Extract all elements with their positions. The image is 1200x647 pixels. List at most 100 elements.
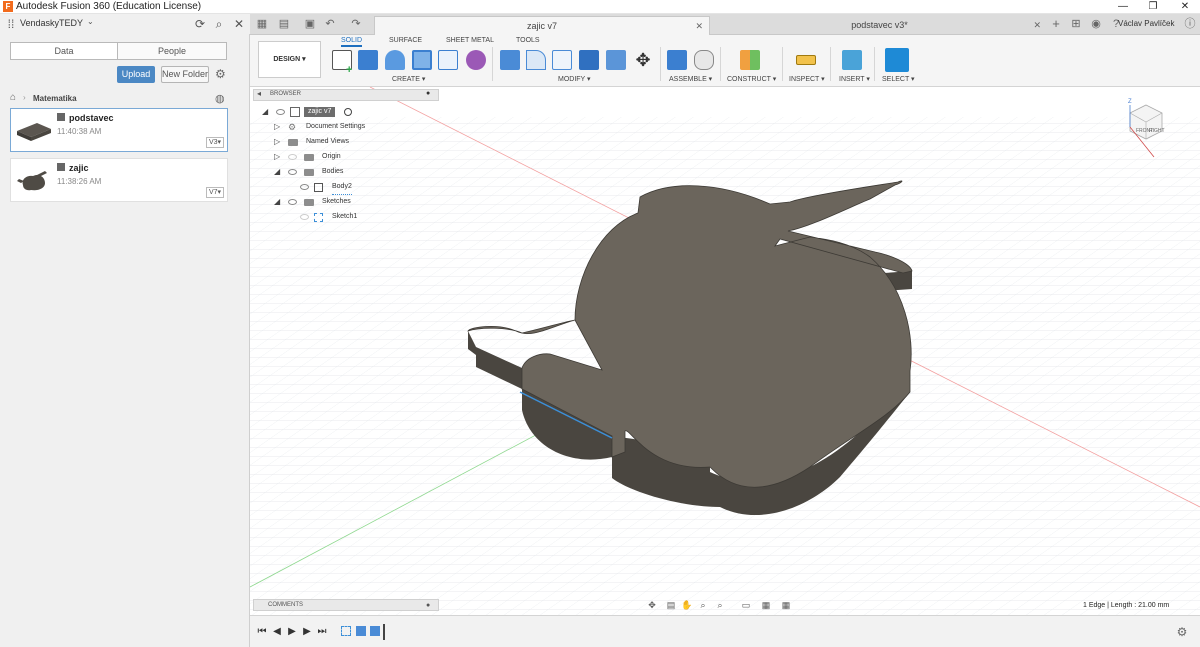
fillet-icon[interactable] [526,50,546,70]
eye-icon[interactable] [276,109,285,115]
data-panel-toggle-icon[interactable]: ▦ [254,17,270,31]
tab-people[interactable]: People [117,42,227,60]
minimize-button[interactable]: — [1112,0,1134,14]
assemble-menu[interactable]: ASSEMBLE ▾ [669,75,712,83]
pattern-icon[interactable] [438,50,458,70]
eye-icon[interactable] [300,184,309,190]
home-icon[interactable]: ⌂ [10,92,16,103]
extrude-icon[interactable] [358,50,378,70]
shell-icon[interactable] [552,50,572,70]
display-settings-icon[interactable]: ▭ [740,600,752,611]
tab-tools[interactable]: TOOLS [516,37,540,44]
play-icon[interactable]: ▶ [286,626,298,638]
new-component-icon[interactable] [667,50,687,70]
tab-zajic[interactable]: zajic v7 ✕ [374,16,710,35]
close-tab-icon[interactable]: ✕ [1033,16,1041,35]
version-badge[interactable]: V7▾ [206,187,224,198]
revolve-icon[interactable] [385,50,405,70]
new-folder-button[interactable]: New Folder [161,66,209,83]
tab-solid[interactable]: SOLID [341,37,363,47]
timeline-settings-icon[interactable]: ⚙ [1176,626,1188,638]
redo-icon[interactable]: ↷ [348,17,364,31]
close-tab-icon[interactable]: ✕ [695,17,703,36]
team-name[interactable]: VendaskyTEDY [20,18,83,28]
combine-icon[interactable] [579,50,599,70]
viewports-icon[interactable]: ▦ [780,600,792,611]
tree-item-origin[interactable]: ▷ Origin [262,150,432,164]
joint-icon[interactable] [694,50,714,70]
tree-item-bodies[interactable]: ◢ Bodies [262,165,432,179]
list-item[interactable]: podstavec 11:40:38 AM V3▾ [10,108,228,152]
select-menu[interactable]: SELECT ▾ [882,75,915,83]
tab-surface[interactable]: SURFACE [389,37,422,44]
form-icon[interactable] [466,50,486,70]
extensions-icon[interactable]: ⊞ [1068,17,1084,31]
triangle-down-icon[interactable]: ◢ [274,195,280,209]
fit-icon[interactable]: ⌕ [714,600,726,611]
timeline-feature[interactable] [370,626,380,636]
search-icon[interactable]: ⌕ [212,17,226,31]
upload-button[interactable]: Upload [117,66,155,83]
tree-item-body2[interactable]: Body2 [262,180,432,195]
activate-radio-icon[interactable] [344,108,352,116]
team-grid-icon[interactable]: ⁞⁞ [4,17,18,31]
tab-sheet-metal[interactable]: SHEET METAL [446,37,494,44]
insert-image-icon[interactable] [842,50,862,70]
close-window-button[interactable]: ✕ [1174,0,1196,14]
maximize-button[interactable]: ❐ [1142,0,1164,14]
measure-icon[interactable] [796,55,816,65]
comments-options-icon[interactable]: ● [426,600,430,611]
help-menu-icon[interactable]: ⓘ [1182,17,1198,31]
step-forward-icon[interactable]: ▶ [301,626,313,638]
user-name[interactable]: Václav Pavlíček [1118,19,1174,28]
new-tab-button[interactable]: + [1048,17,1064,31]
comments-panel[interactable]: COMMENTS ● [253,599,439,611]
timeline-extrude-feature[interactable] [356,626,366,636]
modify-menu[interactable]: MODIFY ▾ [558,75,591,83]
eye-hidden-icon[interactable] [300,214,309,220]
tab-data[interactable]: Data [10,42,118,60]
browser-options-icon[interactable]: ● [426,90,430,97]
chevron-down-icon[interactable]: ⌄ [87,17,94,26]
eye-icon[interactable] [288,199,297,205]
triangle-down-icon[interactable]: ◢ [274,165,280,179]
orbit-icon[interactable]: ✥ [646,600,658,611]
timeline-marker[interactable] [383,624,385,640]
insert-menu[interactable]: INSERT ▾ [839,75,870,83]
version-badge[interactable]: V3▾ [206,137,224,148]
tree-item-sketch1[interactable]: Sketch1 [262,210,432,224]
tree-item-named-views[interactable]: ▷ Named Views [262,135,432,149]
triangle-right-icon[interactable]: ▷ [274,135,280,149]
look-at-icon[interactable]: ▤ [665,600,677,611]
globe-settings-icon[interactable]: ◍ [215,92,225,105]
triangle-right-icon[interactable]: ▷ [274,120,280,134]
go-to-end-icon[interactable]: ⏭ [316,626,328,638]
zoom-icon[interactable]: ⌕ [697,600,709,611]
go-to-start-icon[interactable]: ⏮ [256,626,268,638]
pan-icon[interactable]: ✋ [681,600,693,611]
move-icon[interactable]: ✥ [633,50,653,70]
tree-item-document-settings[interactable]: ▷ ⚙ Document Settings [262,120,432,134]
job-status-icon[interactable]: ◉ [1088,17,1104,31]
select-icon[interactable] [885,48,909,72]
refresh-icon[interactable]: ⟳ [193,17,207,31]
split-body-icon[interactable] [606,50,626,70]
gear-icon[interactable]: ⚙ [215,67,226,81]
eye-hidden-icon[interactable] [288,154,297,160]
hole-icon[interactable] [412,50,432,70]
list-item[interactable]: zajic 11:38:26 AM V7▾ [10,158,228,202]
eye-icon[interactable] [288,169,297,175]
create-menu[interactable]: CREATE ▾ [392,75,425,83]
step-back-icon[interactable]: ◀ [271,626,283,638]
file-menu-icon[interactable]: ▤ [276,17,292,31]
triangle-right-icon[interactable]: ▷ [274,150,280,164]
inspect-menu[interactable]: INSPECT ▾ [789,75,825,83]
press-pull-icon[interactable] [500,50,520,70]
breadcrumb[interactable]: Matematika [33,94,77,103]
tab-podstavec[interactable]: podstavec v3* ✕ [712,16,1047,35]
close-panel-icon[interactable]: ✕ [232,17,246,31]
collapse-icon[interactable]: ◂ [257,89,261,98]
tree-root[interactable]: ◢ zajic v7 [262,105,432,119]
timeline-sketch-feature[interactable] [341,626,351,636]
save-icon[interactable]: ▣ [302,17,318,31]
